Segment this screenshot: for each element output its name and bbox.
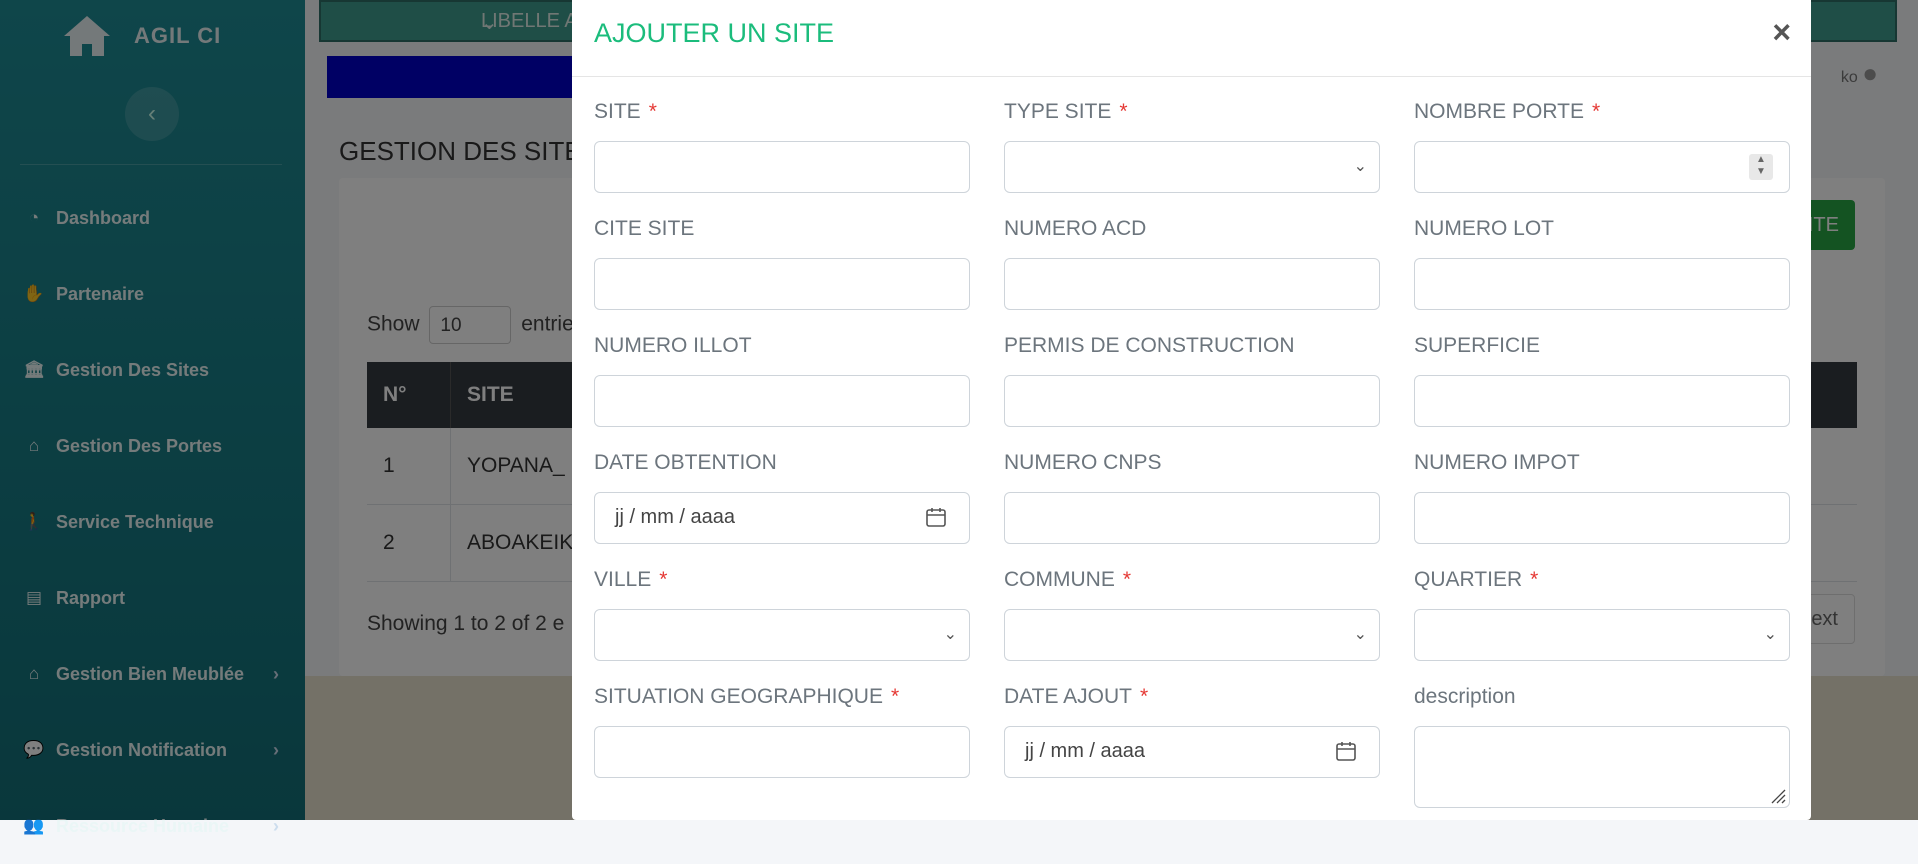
form-group-type-site: TYPE SITE * ⌄: [1004, 96, 1380, 213]
cite-site-input[interactable]: [594, 258, 970, 310]
date-ajout-date-input[interactable]: jj / mm / aaaa: [1004, 726, 1380, 778]
field-label: SUPERFICIE: [1414, 330, 1790, 362]
field-label-text: NUMERO CNPS: [1004, 451, 1162, 474]
nombre-porte-number-input[interactable]: ▲ ▼: [1414, 141, 1790, 193]
field-label: description: [1414, 681, 1790, 713]
numero-cnps-input[interactable]: [1004, 492, 1380, 544]
quartier-select[interactable]: ⌄: [1414, 609, 1790, 661]
field-label: NUMERO LOT: [1414, 213, 1790, 245]
close-icon[interactable]: ×: [1772, 14, 1791, 51]
ville-select[interactable]: ⌄: [594, 609, 970, 661]
modal-title: AJOUTER UN SITE: [594, 18, 835, 48]
chevron-down-icon: ⌄: [1353, 158, 1367, 175]
field-label-text: TYPE SITE: [1004, 100, 1112, 123]
field-label: CITE SITE: [594, 213, 970, 245]
field-label: DATE AJOUT *: [1004, 681, 1380, 713]
field-label-text: SITUATION GEOGRAPHIQUE: [594, 685, 883, 708]
chevron-down-icon: ⌄: [943, 626, 957, 643]
required-mark: *: [648, 100, 657, 123]
numero-illot-input[interactable]: [594, 375, 970, 427]
numero-lot-input[interactable]: [1414, 258, 1790, 310]
chevron-down-icon: ⌄: [1353, 626, 1367, 643]
calendar-icon[interactable]: [1335, 740, 1357, 762]
field-label: VILLE *: [594, 564, 970, 596]
form-group-commune: COMMUNE * ⌄: [1004, 564, 1380, 681]
required-mark: *: [1119, 100, 1128, 123]
field-label-text: SUPERFICIE: [1414, 334, 1541, 357]
form-group-numero-impot: NUMERO IMPOT: [1414, 447, 1790, 564]
field-label-text: description: [1414, 685, 1516, 708]
add-site-modal: AJOUTER UN SITE × SITE * TYPE SITE * ⌄ NOMBRE…: [572, 0, 1811, 820]
modal-header: AJOUTER UN SITE ×: [572, 0, 1811, 77]
form-group-cite-site: CITE SITE: [594, 213, 970, 330]
date-value: jj / mm / aaaa: [1025, 740, 1146, 762]
numero-acd-input[interactable]: [1004, 258, 1380, 310]
field-label: NOMBRE PORTE *: [1414, 96, 1790, 128]
numero-impot-input[interactable]: [1414, 492, 1790, 544]
field-label-text: NUMERO ILLOT: [594, 334, 752, 357]
required-mark: *: [1139, 685, 1149, 708]
field-label-text: VILLE: [594, 568, 652, 591]
add-site-form: SITE * TYPE SITE * ⌄ NOMBRE PORTE * ▲ ▼ CITE SITE…: [594, 96, 1790, 808]
field-label-text: NOMBRE PORTE: [1414, 100, 1584, 123]
field-label: COMMUNE *: [1004, 564, 1380, 596]
field-label: DATE OBTENTION: [594, 447, 970, 479]
form-group-ville: VILLE * ⌄: [594, 564, 970, 681]
form-group-nombre-porte: NOMBRE PORTE * ▲ ▼: [1414, 96, 1790, 213]
field-label-text: DATE AJOUT: [1004, 685, 1132, 708]
field-label-text: QUARTIER: [1414, 568, 1523, 591]
field-label: TYPE SITE *: [1004, 96, 1380, 128]
field-label: SITUATION GEOGRAPHIQUE *: [594, 681, 970, 713]
form-group-date-obtention: DATE OBTENTION jj / mm / aaaa: [594, 447, 970, 564]
description-textarea[interactable]: [1414, 726, 1790, 808]
field-label-text: NUMERO LOT: [1414, 217, 1555, 240]
form-group-site: SITE *: [594, 96, 970, 213]
form-group-numero-lot: NUMERO LOT: [1414, 213, 1790, 330]
form-group-superficie: SUPERFICIE: [1414, 330, 1790, 447]
field-label: NUMERO IMPOT: [1414, 447, 1790, 479]
form-group-quartier: QUARTIER * ⌄: [1414, 564, 1790, 681]
field-label: SITE *: [594, 96, 970, 128]
form-group-numero-illot: NUMERO ILLOT: [594, 330, 970, 447]
form-group-numero-acd: NUMERO ACD: [1004, 213, 1380, 330]
field-label-text: CITE SITE: [594, 217, 695, 240]
site-input[interactable]: [594, 141, 970, 193]
superficie-input[interactable]: [1414, 375, 1790, 427]
required-mark: *: [659, 568, 668, 591]
field-label-text: DATE OBTENTION: [594, 451, 777, 474]
field-label-text: NUMERO ACD: [1004, 217, 1147, 240]
situation-geographique-input[interactable]: [594, 726, 970, 778]
permis-de-construction-input[interactable]: [1004, 375, 1380, 427]
field-label: NUMERO ACD: [1004, 213, 1380, 245]
field-label: QUARTIER *: [1414, 564, 1790, 596]
resize-handle-icon[interactable]: [1770, 788, 1786, 804]
field-label: PERMIS DE CONSTRUCTION: [1004, 330, 1380, 362]
required-mark: *: [1122, 568, 1132, 591]
field-label: NUMERO CNPS: [1004, 447, 1380, 479]
field-label: NUMERO ILLOT: [594, 330, 970, 362]
field-label-text: NUMERO IMPOT: [1414, 451, 1580, 474]
date-obtention-date-input[interactable]: jj / mm / aaaa: [594, 492, 970, 544]
calendar-icon[interactable]: [925, 506, 947, 528]
type-site-select[interactable]: ⌄: [1004, 141, 1380, 193]
form-group-numero-cnps: NUMERO CNPS: [1004, 447, 1380, 564]
field-label-text: SITE: [594, 100, 641, 123]
form-group-description: description: [1414, 681, 1790, 808]
form-group-situation-geographique: SITUATION GEOGRAPHIQUE *: [594, 681, 970, 798]
date-value: jj / mm / aaaa: [615, 506, 736, 528]
form-group-date-ajout: DATE AJOUT * jj / mm / aaaa: [1004, 681, 1380, 798]
commune-select[interactable]: ⌄: [1004, 609, 1380, 661]
form-group-permis-de-construction: PERMIS DE CONSTRUCTION: [1004, 330, 1380, 447]
required-mark: *: [1530, 568, 1539, 591]
field-label-text: PERMIS DE CONSTRUCTION: [1004, 334, 1295, 357]
chevron-down-icon: ⌄: [1763, 626, 1777, 643]
field-label-text: COMMUNE: [1004, 568, 1115, 591]
required-mark: *: [1591, 100, 1601, 123]
required-mark: *: [890, 685, 900, 708]
spinner-icon[interactable]: ▲ ▼: [1749, 154, 1773, 180]
